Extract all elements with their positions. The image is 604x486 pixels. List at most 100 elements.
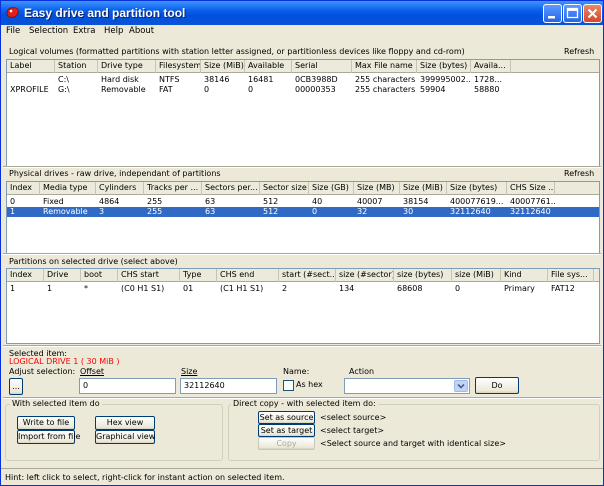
name-label: Name: (283, 367, 310, 376)
table-cell: 30 (403, 207, 414, 216)
menu-about[interactable]: About (129, 26, 154, 36)
column-header[interactable]: Size (GB) (309, 182, 354, 195)
table-cell: 63 (205, 207, 216, 216)
copy-button[interactable]: Copy (258, 437, 315, 450)
column-header[interactable]: size (#sector) (336, 269, 394, 282)
column-header[interactable]: Size (bytes) (417, 60, 471, 73)
table-row[interactable]: 0 Fixed 4864 255 63 512 40 40007 38154 400077619.… (7, 197, 599, 207)
column-header[interactable]: Size (MB) (354, 182, 400, 195)
table-cell: FAT12 (551, 284, 575, 293)
column-header[interactable]: Cylinders (96, 182, 144, 195)
column-header-row: Label Station Drive type Filesystem Size (Mi… (7, 60, 599, 73)
table-cell: 00000353 (295, 85, 336, 94)
divider (3, 345, 601, 347)
table-cell: 32 (357, 207, 368, 216)
hint-text: Hint: left click to select, right-click … (5, 473, 285, 482)
table-row[interactable]: 1 1 * (C0 H1 S1) 01 (C1 H1 S1) 2 134 68608 0 Prima… (7, 284, 599, 294)
source-value: <select source> (320, 413, 387, 422)
table-cell: 16481 (248, 75, 274, 84)
offset-input[interactable]: 0 (79, 378, 176, 394)
hex-view-button[interactable]: Hex view (95, 416, 155, 430)
column-header[interactable]: size (MiB) (452, 269, 501, 282)
table-cell: 255 (147, 207, 163, 216)
size-input[interactable]: 32112640 (180, 378, 277, 394)
menu-help[interactable]: Help (104, 26, 123, 36)
column-header[interactable]: Media type (40, 182, 96, 195)
maximize-button[interactable] (563, 4, 582, 23)
set-as-target-button[interactable]: Set as target (258, 424, 315, 437)
partitions-title: Partitions on selected drive (select abo… (9, 257, 178, 266)
column-header[interactable]: Station (55, 60, 98, 73)
column-header[interactable]: Max File name (352, 60, 417, 73)
table-cell: 40 (312, 197, 323, 206)
column-header[interactable]: Filesystem (156, 60, 201, 73)
column-header[interactable]: Kind (501, 269, 548, 282)
column-header[interactable]: CHS Size ... (507, 182, 555, 195)
column-header[interactable]: Sectors per... (202, 182, 260, 195)
chevron-down-icon[interactable] (454, 380, 468, 392)
table-row[interactable]: XPROFILE G:\ Removable FAT 0 0 00000353 255 cha… (7, 85, 599, 95)
table-cell: Removable (43, 207, 88, 216)
menu-selection[interactable]: Selection (29, 26, 68, 36)
table-cell: 38154 (403, 197, 429, 206)
import-from-file-button[interactable]: Import from file (17, 430, 80, 444)
column-header[interactable]: Sector size (260, 182, 309, 195)
column-header[interactable]: Index (7, 182, 40, 195)
close-button[interactable] (583, 4, 602, 23)
menu-file[interactable]: File (6, 26, 20, 36)
table-cell: * (84, 284, 88, 293)
browse-button[interactable]: ... (9, 378, 23, 395)
column-header[interactable]: Size (bytes) (447, 182, 507, 195)
table-cell: 01 (183, 284, 194, 293)
column-header[interactable]: Serial (292, 60, 352, 73)
partitions-list[interactable]: Index Drive boot CHS start Type CHS end start … (6, 268, 600, 344)
column-header[interactable]: Tracks per ... (144, 182, 202, 195)
graphical-view-button[interactable]: Graphical view (95, 430, 155, 444)
physical-refresh-link[interactable]: Refresh (564, 169, 594, 178)
column-header[interactable]: Drive (44, 269, 81, 282)
as-hex-checkbox[interactable] (283, 380, 294, 391)
title-bar[interactable]: Easy drive and partition tool (1, 1, 603, 25)
offset-label: Offset (80, 367, 105, 376)
column-header[interactable]: start (#sect... (279, 269, 336, 282)
table-cell: 0 (248, 85, 254, 94)
set-as-source-button[interactable]: Set as source (258, 411, 315, 424)
table-cell: 59904 (420, 85, 446, 94)
column-header[interactable]: Index (7, 269, 44, 282)
logical-volumes-title: Logical volumes (formatted partitions wi… (9, 47, 465, 56)
column-header[interactable]: Availa... (471, 60, 511, 73)
table-cell: 68608 (397, 284, 423, 293)
logical-volumes-list[interactable]: Label Station Drive type Filesystem Size (Mi… (6, 59, 600, 167)
logical-refresh-link[interactable]: Refresh (564, 47, 594, 56)
physical-drives-title: Physical drives - raw drive, independant… (9, 169, 221, 178)
column-header[interactable]: Type (180, 269, 217, 282)
minimize-button[interactable] (543, 4, 562, 23)
table-cell: 512 (263, 207, 279, 216)
table-cell: Removable (101, 85, 146, 94)
column-header[interactable]: boot (81, 269, 118, 282)
table-row[interactable]: 1 Removable 3 255 63 512 0 32 30 32112640 32112640 (7, 207, 599, 217)
column-header[interactable]: Size (MiB) (400, 182, 447, 195)
divider (3, 253, 601, 255)
column-header[interactable]: Drive type (98, 60, 156, 73)
write-to-file-button[interactable]: Write to file (17, 416, 75, 430)
as-hex-label: As hex (296, 380, 323, 389)
column-header[interactable]: Available (245, 60, 292, 73)
column-header[interactable]: size (bytes) (394, 269, 452, 282)
table-cell: C:\ (58, 75, 69, 84)
table-cell: 40007761... (510, 197, 555, 206)
table-row[interactable]: C:\ Hard disk NTFS 38146 16481 0CB3988D 255 ch… (7, 75, 599, 85)
table-cell: 38146 (204, 75, 230, 84)
column-header[interactable]: Size (MiB) (201, 60, 245, 73)
physical-drives-list[interactable]: Index Media type Cylinders Tracks per ... Se… (6, 181, 600, 254)
app-logo-icon (6, 7, 19, 18)
action-select[interactable] (344, 378, 470, 394)
column-header[interactable]: CHS end (217, 269, 279, 282)
column-header[interactable]: CHS start (118, 269, 180, 282)
column-header[interactable]: Label (7, 60, 55, 73)
do-button[interactable]: Do (475, 377, 519, 394)
main-window: Easy drive and partition tool File Selec… (0, 0, 604, 486)
column-header-row: Index Media type Cylinders Tracks per ... Se… (7, 182, 599, 195)
column-header[interactable]: File sys... (548, 269, 594, 282)
menu-extra[interactable]: Extra (73, 26, 95, 36)
